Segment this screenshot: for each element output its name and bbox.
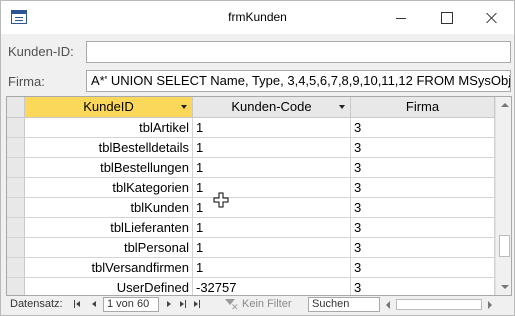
firma-cell[interactable]: 3	[351, 218, 495, 238]
kunden-code-cell[interactable]: 1	[193, 158, 351, 178]
filter-off-icon: ✕	[231, 302, 239, 312]
scroll-down-icon[interactable]	[501, 285, 509, 289]
last-record-icon[interactable]	[177, 297, 189, 311]
kundeid-cell[interactable]: tblLieferanten	[25, 218, 193, 238]
row-selector[interactable]	[7, 278, 25, 295]
first-record-icon[interactable]	[72, 297, 84, 311]
firma-cell[interactable]: 3	[351, 138, 495, 158]
scroll-up-icon[interactable]	[501, 103, 509, 107]
column-header-label: Kunden-Code	[231, 99, 312, 114]
record-label: Datensatz:	[10, 298, 63, 310]
row-selector[interactable]	[7, 138, 25, 158]
filter-label: Kein Filter	[242, 298, 292, 310]
kundeid-cell[interactable]: UserDefined	[25, 278, 193, 295]
column-header-firma[interactable]: Firma	[351, 97, 495, 118]
kundeid-cell[interactable]: tblArtikel	[25, 118, 193, 138]
row-selector[interactable]	[7, 218, 25, 238]
maximize-icon[interactable]	[424, 1, 469, 34]
close-icon[interactable]	[469, 1, 514, 34]
next-record-icon[interactable]	[163, 297, 175, 311]
minimize-icon[interactable]	[379, 1, 424, 34]
datasheet-subform: KundeID Kunden-Code Firma tblArtikel 1 3…	[6, 96, 512, 296]
kunden-id-field[interactable]	[86, 41, 511, 63]
kunden-code-cell[interactable]: 1	[193, 138, 351, 158]
scroll-right-icon[interactable]	[488, 301, 492, 309]
chevron-down-icon[interactable]	[339, 105, 345, 109]
scrollbar-track[interactable]	[396, 299, 482, 310]
firma-label: Firma:	[8, 74, 45, 89]
form-window: frmKunden Kunden-ID: Firma: A*' UNION SE…	[0, 0, 515, 316]
row-selector[interactable]	[7, 118, 25, 138]
scrollbar-thumb[interactable]	[499, 235, 510, 257]
kunden-code-cell[interactable]: -32757	[193, 278, 351, 295]
row-selector[interactable]	[7, 238, 25, 258]
search-field[interactable]: Suchen	[308, 297, 380, 312]
firma-cell[interactable]: 3	[351, 278, 495, 295]
record-position-field[interactable]: 1 von 60	[103, 297, 159, 312]
firma-cell[interactable]: 3	[351, 118, 495, 138]
record-navigation-bar: Datensatz: 1 von 60 ✕ Kein Filter Suchen	[6, 296, 512, 313]
kunden-id-label: Kunden-ID:	[8, 44, 74, 59]
row-selector[interactable]	[7, 178, 25, 198]
kunden-code-cell[interactable]: 1	[193, 238, 351, 258]
kunden-code-cell[interactable]: 1	[193, 258, 351, 278]
kundeid-cell[interactable]: tblKategorien	[25, 178, 193, 198]
column-header-kundeid[interactable]: KundeID	[25, 97, 193, 118]
firma-cell[interactable]: 3	[351, 158, 495, 178]
chevron-down-icon[interactable]	[181, 105, 187, 109]
scroll-left-icon[interactable]	[386, 301, 390, 309]
kundeid-cell[interactable]: tblBestelldetails	[25, 138, 193, 158]
horizontal-scrollbar[interactable]	[384, 298, 494, 311]
kundeid-cell[interactable]: tblPersonal	[25, 238, 193, 258]
row-selector[interactable]	[7, 198, 25, 218]
column-header-label: Firma	[405, 99, 440, 114]
crosshair-cursor-icon	[213, 192, 229, 208]
kundeid-cell[interactable]: tblVersandfirmen	[25, 258, 193, 278]
kunden-code-cell[interactable]: 1	[193, 118, 351, 138]
row-selector[interactable]	[7, 258, 25, 278]
column-header-label: KundeID	[83, 99, 134, 114]
firma-field[interactable]: A*' UNION SELECT Name, Type, 3,4,5,6,7,8…	[86, 70, 511, 92]
firma-cell[interactable]: 3	[351, 238, 495, 258]
select-all-corner[interactable]	[7, 97, 25, 118]
firma-cell[interactable]: 3	[351, 198, 495, 218]
kunden-code-cell[interactable]: 1	[193, 218, 351, 238]
firma-cell[interactable]: 3	[351, 258, 495, 278]
kundeid-cell[interactable]: tblKunden	[25, 198, 193, 218]
previous-record-icon[interactable]	[88, 297, 100, 311]
vertical-scrollbar[interactable]	[495, 97, 511, 295]
column-header-kunden-code[interactable]: Kunden-Code	[193, 97, 351, 118]
new-record-icon[interactable]	[191, 297, 203, 311]
kundeid-cell[interactable]: tblBestellungen	[25, 158, 193, 178]
row-selector[interactable]	[7, 158, 25, 178]
title-bar: frmKunden	[1, 1, 514, 34]
firma-cell[interactable]: 3	[351, 178, 495, 198]
